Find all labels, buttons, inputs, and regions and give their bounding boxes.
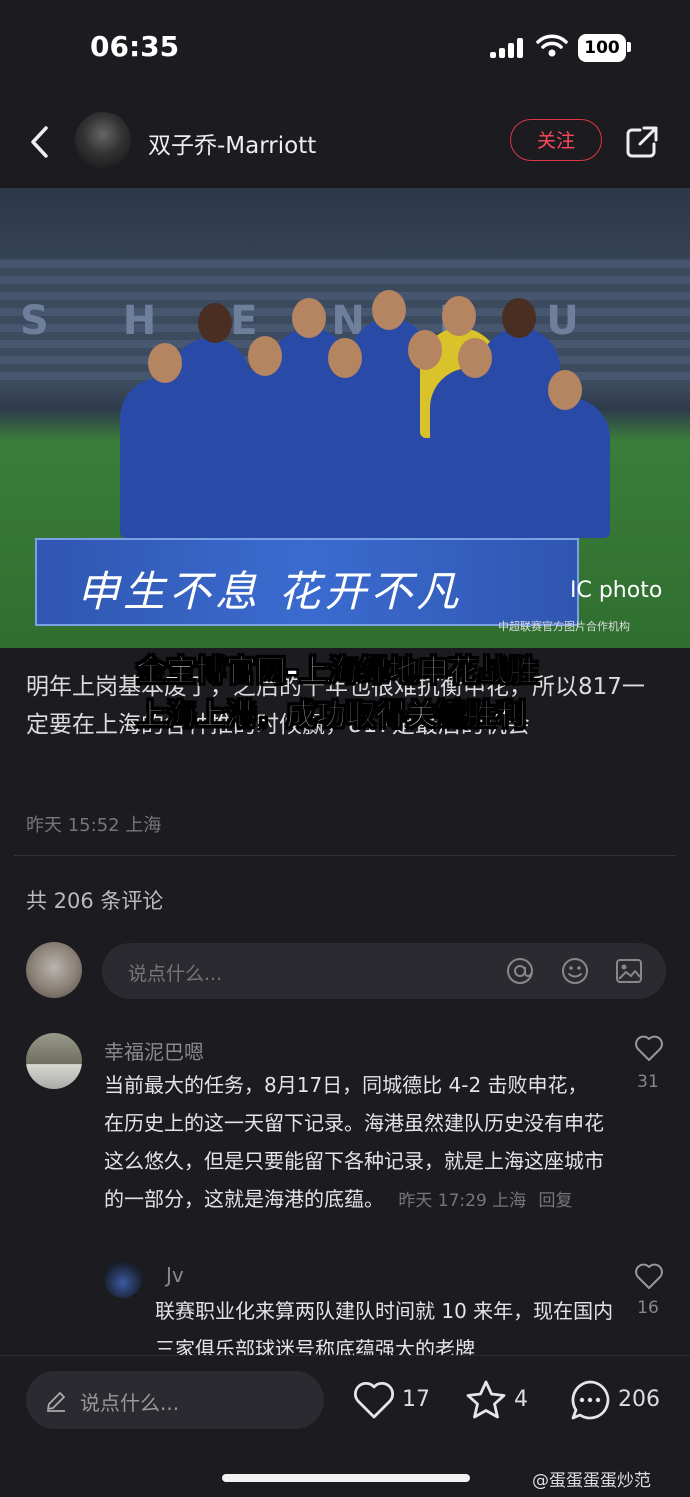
cellular-signal-icon <box>490 38 526 58</box>
overlay-headline: 金宝博官网-上海绿地申花战胜上海上港，成功取得关键胜利 <box>136 654 539 734</box>
weibo-tag: @蛋蛋蛋蛋炒范 <box>532 1471 651 1491</box>
divider <box>14 855 676 856</box>
photo-watermark: IC photo <box>570 578 663 603</box>
back-arrow-icon[interactable] <box>28 124 52 160</box>
team-banner: 申生不息 花开不凡 <box>35 538 579 626</box>
star-count: 4 <box>514 1387 528 1412</box>
share-icon[interactable] <box>624 124 660 160</box>
follow-button[interactable]: 关注 <box>510 119 602 161</box>
comment-like-count: 31 <box>637 1072 659 1092</box>
battery-indicator: 100 <box>578 34 626 62</box>
like-count: 17 <box>402 1387 430 1412</box>
like-heart-icon[interactable] <box>352 1380 396 1420</box>
star-icon[interactable] <box>464 1378 508 1422</box>
banner-text: 申生不息 花开不凡 <box>77 567 463 616</box>
reply-avatar[interactable] <box>104 1260 142 1298</box>
comment-bubble-icon[interactable] <box>568 1378 612 1422</box>
mention-icon[interactable] <box>505 956 535 986</box>
post-photo[interactable]: S H E N H U 申生不息 花开不凡 IC photo 中超联赛官方图片合… <box>0 188 690 648</box>
bottom-input-placeholder[interactable]: 说点什么... <box>80 1387 179 1416</box>
battery-tip <box>627 42 631 52</box>
heart-icon[interactable] <box>634 1034 664 1062</box>
commenter-name[interactable]: 幸福泥巴嗯 <box>104 1036 204 1065</box>
comment-count: 共 206 条评论 <box>26 889 164 913</box>
comment-total: 206 <box>618 1387 660 1412</box>
comment-time: 昨天 17:29 上海 <box>398 1191 527 1211</box>
comment-body: 当前最大的任务，8月17日，同城德比 4-2 击败申花，在历史上的这一天留下记录… <box>104 1073 604 1211</box>
commenter-avatar[interactable] <box>26 1033 82 1089</box>
photo-caption: 中超联赛官方图片合作机构 <box>498 620 630 633</box>
comment-input-placeholder[interactable]: 说点什么... <box>128 959 222 986</box>
status-time: 06:35 <box>90 30 180 63</box>
reply-like-count: 16 <box>637 1298 659 1318</box>
home-indicator[interactable] <box>222 1474 470 1482</box>
my-avatar <box>26 942 82 998</box>
emoji-icon[interactable] <box>560 956 590 986</box>
reply-link[interactable]: 回复 <box>539 1191 573 1211</box>
heart-icon[interactable] <box>634 1262 664 1290</box>
post-meta: 昨天 15:52 上海 <box>26 815 162 836</box>
author-name[interactable]: 双子乔-Marriott <box>148 126 316 160</box>
pencil-icon <box>47 1392 65 1412</box>
author-avatar[interactable] <box>75 112 131 168</box>
comment-text: 当前最大的任务，8月17日，同城德比 4-2 击败申花，在历史上的这一天留下记录… <box>104 1066 604 1220</box>
image-icon[interactable] <box>614 956 644 986</box>
wifi-icon <box>536 34 568 57</box>
reply-name[interactable]: Jv <box>166 1263 184 1287</box>
